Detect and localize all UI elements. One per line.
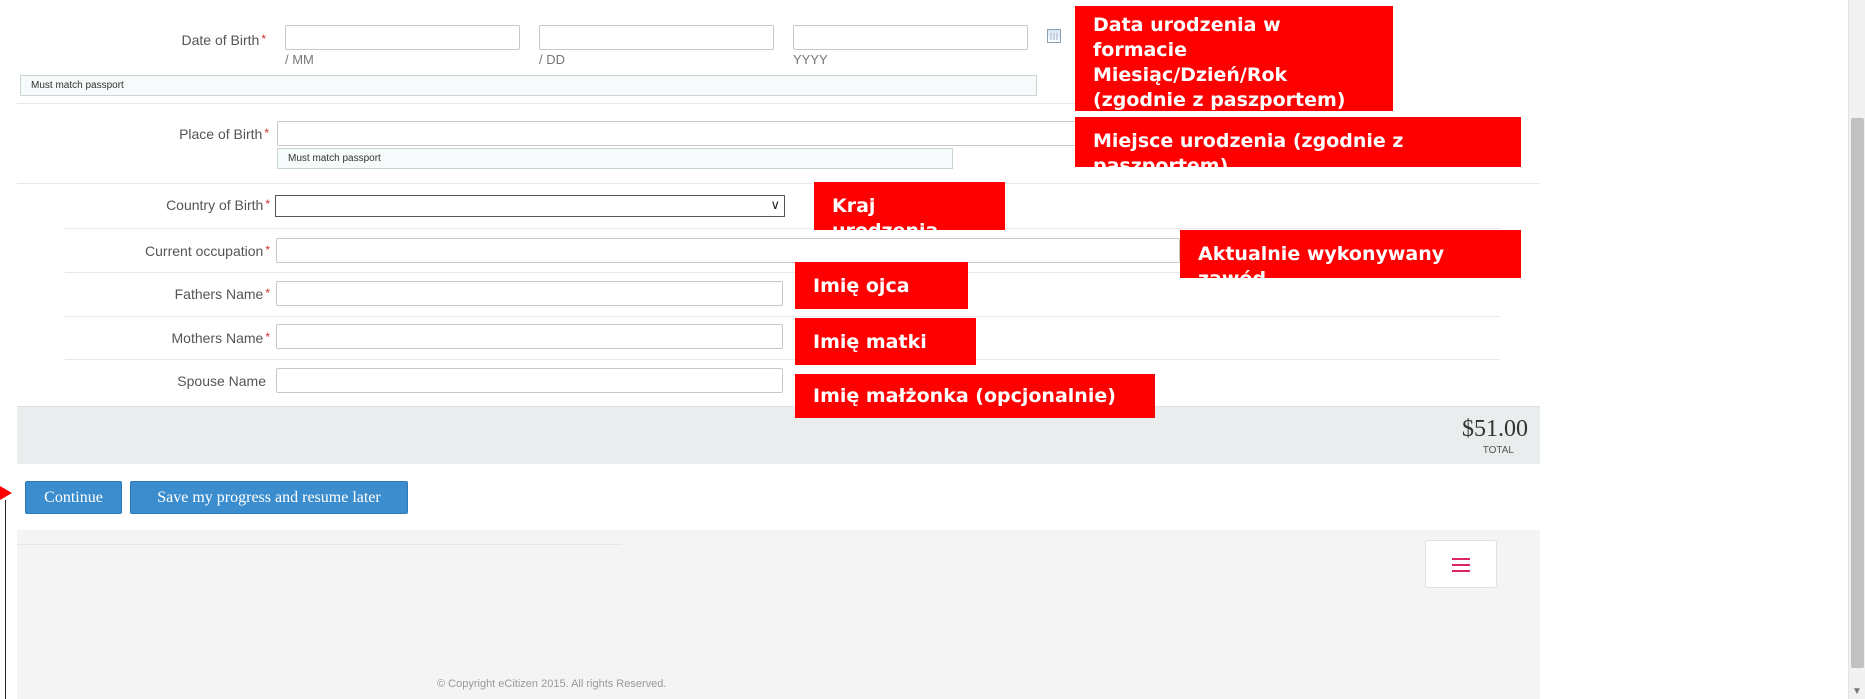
chevron-down-icon: ∨ <box>770 197 780 212</box>
separator <box>65 316 1500 317</box>
separator <box>65 359 1500 360</box>
dob-month-input[interactable] <box>285 25 520 50</box>
scroll-down-icon[interactable]: ▼ <box>1852 686 1862 697</box>
place-of-birth-passport-note: Must match passport <box>277 148 953 169</box>
current-occupation-input[interactable] <box>276 238 1180 263</box>
order-total-bar: $51.00 TOTAL <box>17 406 1540 464</box>
callout-fathers-name: Imię ojca <box>795 262 968 309</box>
country-of-birth-label-text: Country of Birth <box>166 197 264 213</box>
dob-year-input[interactable] <box>793 25 1028 50</box>
spouse-name-label: Spouse Name <box>0 373 266 389</box>
country-of-birth-select[interactable]: ∨ <box>275 195 785 217</box>
required-marker: * <box>261 32 266 46</box>
callout-spouse-name: Imię małżonka (opcjonalnie) <box>795 374 1155 418</box>
callout-country-of-birth: Kraj urodzenia <box>814 182 1005 242</box>
spouse-name-input[interactable] <box>276 368 783 393</box>
callout-mothers-name: Imię matki <box>795 318 976 365</box>
country-of-birth-label: Country of Birth * <box>0 197 270 213</box>
mothers-name-label: Mothers Name * <box>0 330 270 346</box>
menu-line <box>1452 558 1470 560</box>
menu-line <box>1452 564 1470 566</box>
callout-date-of-birth: Data urodzenia w formacie Miesiąc/Dzień/… <box>1075 6 1393 111</box>
total-amount: $51.00 <box>1462 416 1528 442</box>
copyright-text: © Copyright eCitizen 2015. All rights Re… <box>437 678 667 690</box>
place-of-birth-label: Place of Birth * <box>0 126 269 142</box>
page-footer <box>17 530 1540 699</box>
callout-current-occupation: Aktualnie wykonywany zawód <box>1180 230 1521 290</box>
dob-day-hint: / DD <box>539 52 565 67</box>
dob-passport-note: Must match passport <box>20 75 1037 96</box>
save-progress-button[interactable]: Save my progress and resume later <box>130 481 408 514</box>
required-marker: * <box>265 243 270 257</box>
menu-line <box>1452 570 1470 572</box>
current-occupation-label: Current occupation * <box>0 243 270 259</box>
mothers-name-input[interactable] <box>276 324 783 349</box>
separator <box>65 228 1500 229</box>
spouse-name-label-text: Spouse Name <box>177 373 266 389</box>
annotation-pointer-line <box>5 500 6 699</box>
continue-button[interactable]: Continue <box>25 481 122 514</box>
total-label: TOTAL <box>1482 445 1514 456</box>
place-of-birth-input[interactable] <box>277 121 1077 146</box>
required-marker: * <box>265 286 270 300</box>
page-scrollbar[interactable]: ▼ <box>1848 0 1865 699</box>
callout-place-of-birth: Miejsce urodzenia (zgodnie z paszportem) <box>1075 117 1521 177</box>
dob-month-hint: / MM <box>285 52 314 67</box>
required-marker: * <box>265 330 270 344</box>
mothers-name-label-text: Mothers Name <box>171 330 264 346</box>
fathers-name-input[interactable] <box>276 281 783 306</box>
annotation-pointer-arrow <box>0 486 12 500</box>
required-marker: * <box>264 126 269 140</box>
dob-year-hint: YYYY <box>793 52 828 67</box>
footer-divider <box>17 544 622 545</box>
place-of-birth-label-text: Place of Birth <box>179 126 263 142</box>
fathers-name-label-text: Fathers Name <box>174 286 264 302</box>
separator <box>17 183 1540 184</box>
dob-day-input[interactable] <box>539 25 774 50</box>
scrollbar-thumb[interactable] <box>1851 118 1864 668</box>
fathers-name-label: Fathers Name * <box>0 286 270 302</box>
required-marker: * <box>265 197 270 211</box>
hamburger-menu-icon[interactable] <box>1425 540 1497 588</box>
separator <box>17 103 1077 104</box>
current-occupation-label-text: Current occupation <box>145 243 264 259</box>
date-of-birth-label: Date of Birth * <box>0 32 267 48</box>
date-of-birth-label-text: Date of Birth <box>181 32 260 48</box>
calendar-icon[interactable] <box>1047 29 1061 43</box>
